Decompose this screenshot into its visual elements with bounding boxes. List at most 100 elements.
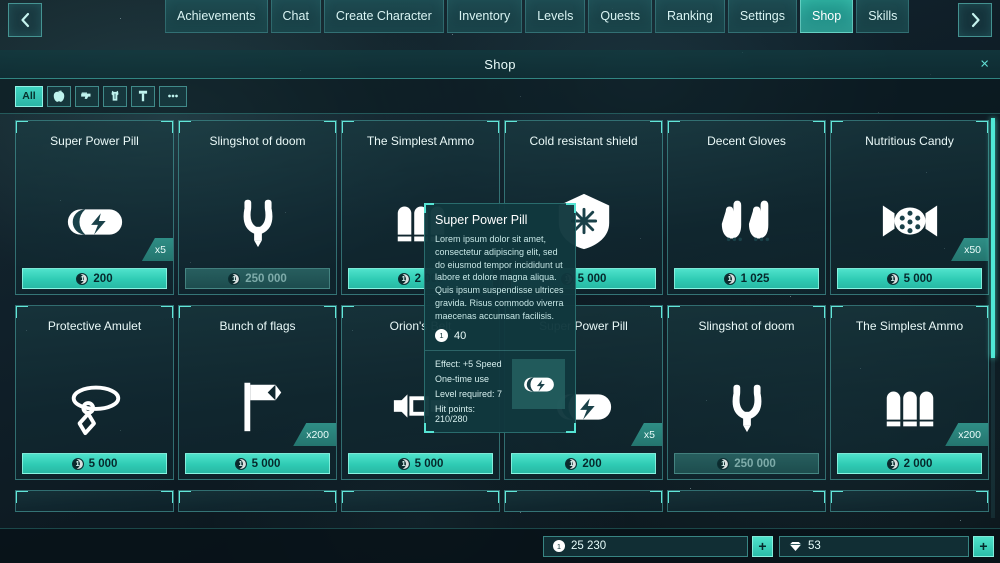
shop-item-card[interactable]: Nutritious Candy x50 1 5 000 [830,120,989,295]
coin-icon: 1 [228,272,241,285]
ammo-icon [886,391,933,427]
item-price-value: 2 000 [903,457,933,470]
coin-icon: 1 [435,329,448,343]
item-price-button[interactable]: 1 5 000 [22,453,167,474]
nav-tab-label: Quests [600,9,640,23]
grid-cell: Slingshot of doom 1 250 000 [667,305,826,490]
nav-tab-quests[interactable]: Quests [588,0,652,33]
chevron-right-icon [971,12,980,28]
item-price-value: 200 [582,457,602,470]
shop-item-card[interactable]: The Simplest Ammo x200 1 2 000 [830,305,989,480]
shop-item-card-clipped[interactable] [667,490,826,512]
nav-tab-label: Chat [282,9,309,23]
grid-scrollbar-track[interactable] [991,118,995,518]
shop-item-card[interactable]: Slingshot of doom 1 250 000 [178,120,337,295]
category-filter-bar: All [0,79,1000,114]
tooltip-item-description: Lorem ipsum dolor sit amet, consectetur … [435,234,564,321]
item-price-button[interactable]: 1 5 000 [185,453,330,474]
nav-tab-levels[interactable]: Levels [525,0,586,33]
item-price-button[interactable]: 1 250 000 [674,453,819,474]
item-price-value: 250 000 [734,457,776,470]
top-navigation-bar: Achievements Chat Create Character Inventor… [0,0,1000,40]
armor-icon [111,90,119,101]
filter-hammer-icon[interactable] [131,85,155,107]
coin-icon: 1 [71,457,84,470]
filter-all-filter[interactable]: All [15,85,43,107]
tooltip-corner-tr [566,203,576,213]
slingshot-icon [732,384,761,433]
shop-panel-header: Shop × [0,50,1000,79]
coin-balance-field: 1 25 230 [543,535,748,557]
item-detail-tooltip: Super Power Pill Lorem ipsum dolor sit a… [424,203,576,434]
tooltip-divider [425,350,575,352]
item-price-value: 5 000 [251,457,281,470]
pill-icon [67,209,122,235]
shop-item-card[interactable]: Decent Gloves 1 1 025 [667,120,826,295]
shop-item-card-clipped[interactable] [178,490,337,512]
tooltip-stat: One-time use [435,374,490,385]
coin-icon: 1 [886,457,899,470]
grid-cell [667,490,826,522]
nav-tab-achievements[interactable]: Achievements [165,0,268,33]
item-price-button[interactable]: 1 5 000 [837,268,982,289]
nav-tab-create-character[interactable]: Create Character [323,0,444,33]
nav-next-button[interactable] [958,3,992,37]
gloves-icon [721,200,769,242]
shop-item-card[interactable]: Slingshot of doom 1 250 000 [667,305,826,480]
item-price-button[interactable]: 1 250 000 [185,268,330,289]
close-icon[interactable]: × [980,57,989,72]
nav-tab-list: Achievements Chat Create Character Inventor… [165,0,910,33]
item-price-button[interactable]: 1 1 025 [674,268,819,289]
coin-icon: 1 [717,457,730,470]
nav-prev-button[interactable] [8,3,42,37]
shop-item-card-clipped[interactable] [830,490,989,512]
shop-item-card[interactable]: Super Power Pill x5 1 200 [15,120,174,295]
pill-icon [523,377,554,392]
chevron-left-icon [20,12,29,28]
coin-icon: 1 [886,272,899,285]
item-title: Nutritious Candy [865,134,954,148]
filter-more-icon[interactable] [159,85,187,107]
page-title: Shop [484,56,516,72]
nav-tab-chat[interactable]: Chat [270,0,321,33]
filter-armor-icon[interactable] [103,85,127,107]
shop-item-card-clipped[interactable] [504,490,663,512]
grid-cell: Decent Gloves 1 1 025 [667,120,826,305]
item-title: Bunch of flags [219,319,296,333]
coin-icon: 1 [397,272,410,285]
item-title: Protective Amulet [47,319,142,333]
coin-balance-value: 25 230 [571,540,607,552]
add-gems-button[interactable]: + [973,535,994,557]
shop-item-card-clipped[interactable] [15,490,174,512]
flag-icon [243,382,281,432]
nav-tab-ranking[interactable]: Ranking [654,0,725,33]
tooltip-price-value: 40 [454,329,467,342]
add-coins-button[interactable]: + [752,535,773,557]
nav-tab-inventory[interactable]: Inventory [446,0,523,33]
item-title: The Simplest Ammo [855,319,964,333]
item-price-button[interactable]: 1 5 000 [348,453,493,474]
item-price-button[interactable]: 1 200 [511,453,656,474]
filter-apple-icon[interactable] [47,85,71,107]
currency-bar: 1 25 230 + 53 + [0,528,1000,563]
filter-gun-icon[interactable] [75,85,99,107]
nav-tab-skills[interactable]: Skills [856,0,910,33]
tooltip-stat: Hit points: 210/280 [435,404,476,425]
candy-icon [882,205,937,237]
grid-cell [830,490,989,522]
nav-tab-shop[interactable]: Shop [800,0,854,33]
shop-item-card[interactable]: Protective Amulet 1 5 000 [15,305,174,480]
grid-cell: Bunch of flags x200 1 5 000 [178,305,337,490]
item-price-button[interactable]: 1 2 000 [837,453,982,474]
nav-tab-settings[interactable]: Settings [727,0,798,33]
coin-icon: 1 [397,457,410,470]
nav-tab-label: Achievements [177,9,256,23]
shop-item-card[interactable]: Bunch of flags x200 1 5 000 [178,305,337,480]
item-price-button[interactable]: 1 200 [22,268,167,289]
shop-item-card-clipped[interactable] [341,490,500,512]
grid-scrollbar-thumb[interactable] [991,118,995,358]
grid-cell: The Simplest Ammo x200 1 2 000 [830,305,989,490]
tooltip-corner-tl [424,203,434,213]
tooltip-item-thumbnail [512,359,565,410]
nav-tab-label: Create Character [335,9,432,23]
